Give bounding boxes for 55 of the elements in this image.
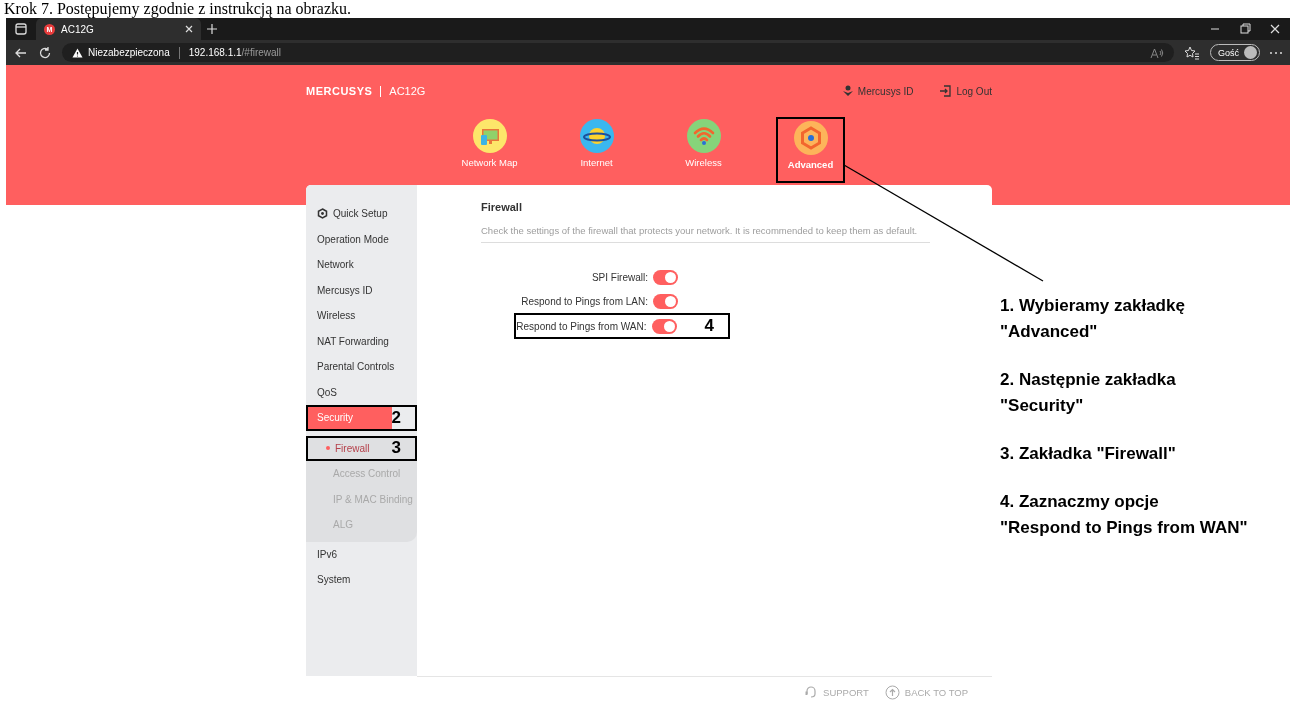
instruction-text: "Security" <box>1000 395 1085 417</box>
menu-item[interactable]: IPv6 <box>306 541 417 567</box>
url-text: 192.168.1.1/#firewall <box>188 47 281 58</box>
menu-item[interactable]: System <box>306 567 417 593</box>
reload-icon <box>38 45 52 60</box>
setting-label: Respond to Pings from LAN: <box>521 295 648 307</box>
toggle-switch[interactable] <box>653 269 678 285</box>
arrow-up-icon <box>884 684 900 700</box>
menu-item[interactable]: Network <box>306 252 417 278</box>
monitor-icon <box>472 119 507 153</box>
menu-item[interactable]: Parental Controls <box>306 354 417 380</box>
menu-item[interactable]: Mercusys ID <box>306 277 417 303</box>
security-label: Niezabezpieczona <box>88 47 170 58</box>
account-link[interactable]: Mercusys ID <box>842 85 914 97</box>
step-number: 3 <box>391 438 402 459</box>
toggle-switch[interactable] <box>653 293 678 309</box>
instruction-text: 3. Zakładka "Firewall" <box>1000 443 1177 465</box>
person-icon <box>842 85 853 97</box>
gear-icon <box>317 208 328 220</box>
instruction-text: "Advanced" <box>1000 321 1099 343</box>
avatar-icon <box>1244 46 1257 59</box>
model-name: AC12G <box>389 85 426 97</box>
address-bar[interactable]: Niezabezpieczona 192.168.1.1/#firewall <box>62 43 1174 62</box>
menu-item[interactable]: Operation Mode <box>306 226 417 252</box>
page-description: Check the settings of the firewall that protects your network. It is recommended to keep them as default. <box>481 225 930 243</box>
menu-item[interactable]: QoS <box>306 379 417 405</box>
close-icon <box>185 25 193 33</box>
tab-title: AC12G <box>61 23 95 35</box>
menu-item[interactable]: Quick Setup <box>306 201 417 227</box>
instruction-text: 2. Następnie zakładka <box>1000 369 1177 391</box>
step-number: 2 <box>391 407 402 428</box>
instruction-text: "Respond to Pings from WAN" <box>1000 517 1248 539</box>
toggle-switch[interactable] <box>651 318 677 334</box>
caption-text: Krok 7. Postępujemy zgodnie z instrukcją na obrazku. <box>3 0 352 18</box>
instruction-text: 4. Zaznaczmy opcje <box>1000 491 1160 513</box>
brand-logo: MERCUSYS <box>306 85 373 97</box>
logout-icon <box>939 85 952 97</box>
wifi-icon <box>686 119 721 153</box>
gear-icon <box>793 121 828 155</box>
menu-item[interactable]: NAT Forwarding <box>306 328 417 354</box>
menu-item[interactable]: Firewall <box>308 437 392 459</box>
planet-icon <box>579 119 614 153</box>
page-title: Firewall <box>481 201 523 213</box>
instruction-text: 1. Wybieramy zakładkę <box>1000 295 1186 317</box>
setting-label: SPI Firewall: <box>591 271 648 283</box>
warning-icon <box>72 47 83 58</box>
menu-item[interactable]: Wireless <box>306 303 417 329</box>
logout-link[interactable]: Log Out <box>939 85 992 97</box>
favorites-icon <box>1184 45 1200 60</box>
setting-label: Respond to Pings from WAN: <box>516 320 647 332</box>
step-number: 4 <box>703 316 715 336</box>
more-icon <box>1270 51 1282 54</box>
read-aloud-icon <box>1150 46 1164 59</box>
headset-icon <box>804 685 819 699</box>
minimize-icon <box>1211 28 1219 30</box>
